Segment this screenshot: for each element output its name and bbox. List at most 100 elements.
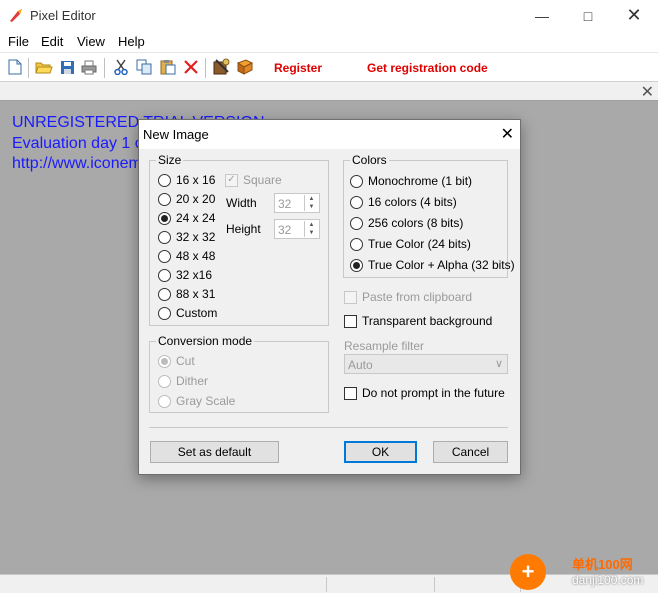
conversion-mode-group: Conversion mode Cut Dither Gray Scale bbox=[149, 334, 329, 413]
colors-group: Colors Monochrome (1 bit) 16 colors (4 b… bbox=[343, 153, 515, 278]
conversion-mode-label: Conversion mode bbox=[156, 334, 255, 348]
colors-group-label: Colors bbox=[350, 153, 389, 167]
trial-banner-line-3: http://www.iconem bbox=[12, 155, 142, 172]
resample-filter-label: Resample filter bbox=[344, 339, 425, 353]
window-title: Pixel Editor bbox=[30, 8, 96, 23]
conversion-option-dither[interactable]: Dither bbox=[158, 374, 208, 388]
menu-edit[interactable]: Edit bbox=[41, 34, 63, 49]
menu-view[interactable]: View bbox=[77, 34, 105, 49]
open-folder-icon[interactable] bbox=[35, 58, 53, 76]
size-option-20[interactable]: 20 x 20 bbox=[158, 192, 215, 206]
square-label: Square bbox=[243, 173, 282, 187]
size-option-label: 48 x 48 bbox=[176, 249, 216, 263]
cut-icon[interactable] bbox=[112, 58, 130, 76]
document-tab-bar: ✕ bbox=[0, 82, 658, 101]
height-spinner[interactable]: 32 ▲ ▼ bbox=[274, 219, 320, 239]
size-option-16[interactable]: 16 x 16 bbox=[158, 173, 215, 187]
spin-arrows-icon[interactable]: ▲ ▼ bbox=[304, 195, 318, 211]
toolbar-separator bbox=[28, 58, 29, 78]
height-label: Height bbox=[226, 222, 261, 236]
checkbox-icon bbox=[344, 314, 357, 328]
resample-filter-value: Auto bbox=[348, 358, 373, 372]
tools-icon[interactable] bbox=[212, 58, 230, 76]
radio-icon bbox=[350, 237, 363, 251]
resample-filter-select[interactable]: Auto ∨ bbox=[344, 354, 508, 374]
color-option-256[interactable]: 256 colors (8 bits) bbox=[350, 216, 463, 230]
square-checkbox[interactable]: ✓ Square bbox=[225, 173, 282, 187]
conversion-option-grayscale[interactable]: Gray Scale bbox=[158, 394, 235, 408]
width-value: 32 bbox=[278, 197, 292, 211]
size-option-32x16[interactable]: 32 x16 bbox=[158, 268, 212, 282]
size-option-label: 20 x 20 bbox=[176, 192, 216, 206]
radio-icon bbox=[350, 216, 363, 230]
radio-icon bbox=[158, 173, 171, 187]
color-option-label: 256 colors (8 bits) bbox=[368, 216, 464, 230]
menu-bar: File Edit View Help bbox=[0, 31, 658, 51]
book-icon[interactable] bbox=[236, 58, 254, 76]
color-option-16[interactable]: 16 colors (4 bits) bbox=[350, 195, 457, 209]
radio-checked-icon bbox=[350, 258, 363, 272]
toolbar-separator bbox=[205, 58, 206, 78]
color-option-label: 16 colors (4 bits) bbox=[368, 195, 457, 209]
new-file-icon[interactable] bbox=[6, 58, 24, 76]
radio-icon bbox=[158, 306, 171, 320]
size-option-32[interactable]: 32 x 32 bbox=[158, 230, 215, 244]
set-as-default-button[interactable]: Set as default bbox=[150, 441, 279, 463]
dialog-title: New Image bbox=[143, 127, 209, 142]
color-option-monochrome[interactable]: Monochrome (1 bit) bbox=[350, 174, 472, 188]
menu-help[interactable]: Help bbox=[118, 34, 145, 49]
size-option-label: 24 x 24 bbox=[176, 211, 216, 225]
checkbox-icon bbox=[344, 290, 357, 304]
size-group-label: Size bbox=[156, 153, 184, 167]
color-option-32bit[interactable]: True Color + Alpha (32 bits) bbox=[350, 258, 515, 272]
save-icon[interactable] bbox=[58, 58, 76, 76]
watermark-text-cn: 单机100网 bbox=[572, 557, 633, 572]
size-option-48[interactable]: 48 x 48 bbox=[158, 249, 215, 263]
size-option-label: 32 x16 bbox=[176, 268, 213, 282]
cancel-button[interactable]: Cancel bbox=[433, 441, 508, 463]
maximize-icon[interactable]: □ bbox=[565, 0, 611, 31]
minimize-icon[interactable]: — bbox=[519, 0, 565, 31]
width-spinner[interactable]: 32 ▲ ▼ bbox=[274, 193, 320, 213]
checkbox-icon bbox=[344, 386, 357, 400]
status-separator bbox=[326, 577, 327, 592]
menu-file[interactable]: File bbox=[8, 34, 29, 49]
conversion-option-label: Gray Scale bbox=[176, 394, 236, 408]
copy-icon[interactable] bbox=[135, 58, 153, 76]
paste-from-clipboard-checkbox[interactable]: Paste from clipboard bbox=[344, 290, 472, 304]
get-registration-code-link[interactable]: Get registration code bbox=[367, 61, 488, 75]
radio-icon bbox=[158, 249, 171, 263]
chevron-down-icon: ∨ bbox=[494, 358, 503, 370]
radio-icon bbox=[158, 374, 171, 388]
size-option-label: 88 x 31 bbox=[176, 287, 216, 301]
color-option-24bit[interactable]: True Color (24 bits) bbox=[350, 237, 471, 251]
conversion-option-label: Dither bbox=[176, 374, 209, 388]
dialog-title-bar: New Image ✕ bbox=[139, 120, 520, 149]
size-option-custom[interactable]: Custom bbox=[158, 306, 217, 320]
trial-banner-line-2: Evaluation day 1 of bbox=[12, 135, 149, 152]
close-window-icon[interactable]: ✕ bbox=[611, 0, 657, 31]
close-document-icon[interactable]: ✕ bbox=[641, 82, 654, 102]
radio-checked-icon bbox=[158, 354, 171, 368]
dialog-close-icon[interactable]: ✕ bbox=[501, 124, 514, 144]
print-icon[interactable] bbox=[80, 58, 98, 76]
conversion-option-cut[interactable]: Cut bbox=[158, 354, 195, 368]
new-image-dialog: New Image ✕ Size 16 x 16 20 x 20 24 x 24… bbox=[138, 119, 521, 475]
do-not-prompt-checkbox[interactable]: Do not prompt in the future bbox=[344, 386, 505, 400]
status-separator bbox=[434, 577, 435, 592]
delete-icon[interactable] bbox=[182, 58, 200, 76]
radio-icon bbox=[158, 230, 171, 244]
radio-icon bbox=[158, 192, 171, 206]
ok-button[interactable]: OK bbox=[344, 441, 417, 463]
size-option-label: 16 x 16 bbox=[176, 173, 216, 187]
size-option-24[interactable]: 24 x 24 bbox=[158, 211, 215, 225]
paste-icon[interactable] bbox=[159, 58, 177, 76]
site-watermark: + 单机100网 danji100.com bbox=[510, 551, 658, 593]
spin-arrows-icon[interactable]: ▲ ▼ bbox=[304, 221, 318, 237]
register-link[interactable]: Register bbox=[274, 61, 322, 75]
checkbox-checked-icon: ✓ bbox=[225, 173, 238, 187]
transparent-background-checkbox[interactable]: Transparent background bbox=[344, 314, 492, 328]
size-option-label: Custom bbox=[176, 306, 218, 320]
color-option-label: True Color + Alpha (32 bits) bbox=[368, 258, 515, 272]
size-option-88x31[interactable]: 88 x 31 bbox=[158, 287, 215, 301]
